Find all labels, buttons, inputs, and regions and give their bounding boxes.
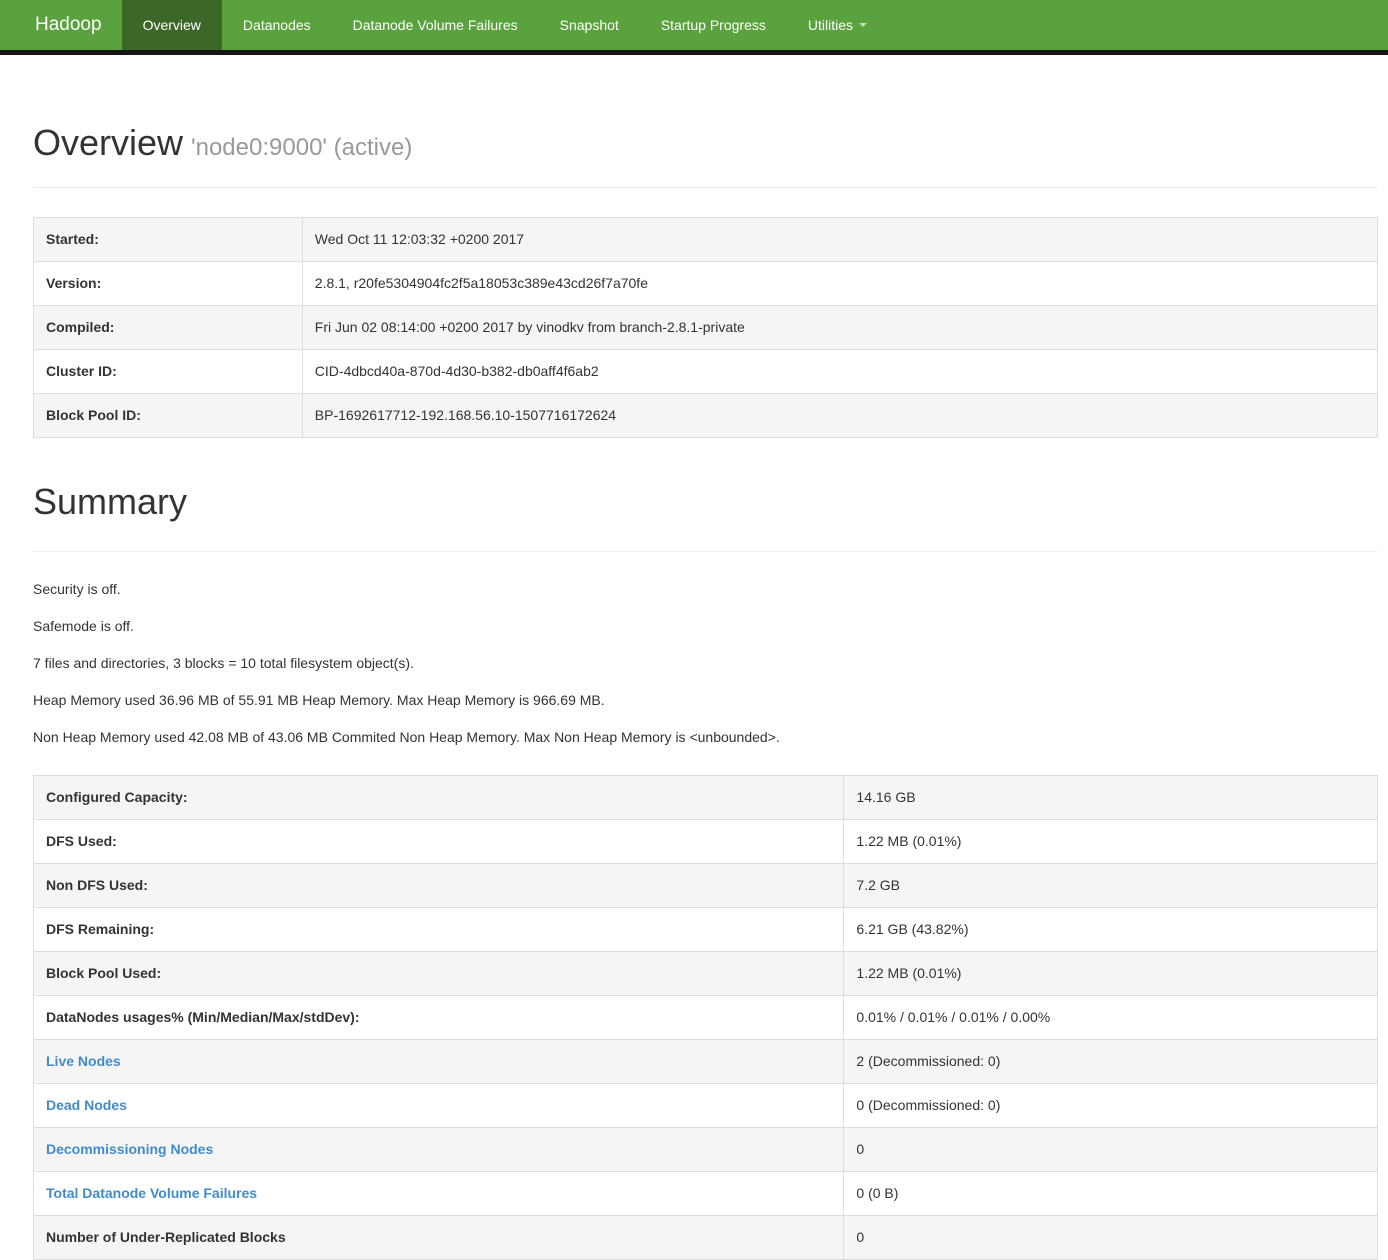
row-label: DataNodes usages% (Min/Median/Max/stdDev… bbox=[34, 996, 844, 1040]
security-status-text: Security is off. bbox=[33, 580, 1378, 598]
brand-hadoop[interactable]: Hadoop bbox=[0, 0, 122, 50]
row-label: Started: bbox=[34, 217, 303, 261]
namenode-info-table: Started: Wed Oct 11 12:03:32 +0200 2017 … bbox=[33, 217, 1378, 438]
row-value: Wed Oct 11 12:03:32 +0200 2017 bbox=[302, 217, 1377, 261]
row-value: CID-4dbcd40a-870d-4d30-b382-db0aff4f6ab2 bbox=[302, 349, 1377, 393]
table-row-cluster-id: Cluster ID: CID-4dbcd40a-870d-4d30-b382-… bbox=[34, 349, 1378, 393]
decommissioning-nodes-link[interactable]: Decommissioning Nodes bbox=[46, 1141, 213, 1157]
table-row-dfs-used: DFS Used: 1.22 MB (0.01%) bbox=[34, 820, 1378, 864]
table-row-volume-failures: Total Datanode Volume Failures 0 (0 B) bbox=[34, 1172, 1378, 1216]
non-heap-memory-text: Non Heap Memory used 42.08 MB of 43.06 M… bbox=[33, 728, 1378, 746]
row-label: Dead Nodes bbox=[34, 1084, 844, 1128]
page-header: Overview 'node0:9000' (active) bbox=[33, 123, 1378, 188]
tab-startup-progress[interactable]: Startup Progress bbox=[640, 0, 787, 50]
summary-paragraphs: Security is off. Safemode is off. 7 file… bbox=[33, 580, 1378, 746]
table-row-version: Version: 2.8.1, r20fe5304904fc2f5a18053c… bbox=[34, 261, 1378, 305]
table-row-configured-capacity: Configured Capacity: 14.16 GB bbox=[34, 776, 1378, 820]
summary-table: Configured Capacity: 14.16 GB DFS Used: … bbox=[33, 775, 1378, 1260]
tab-snapshot[interactable]: Snapshot bbox=[539, 0, 640, 50]
table-row-datanodes-usages: DataNodes usages% (Min/Median/Max/stdDev… bbox=[34, 996, 1378, 1040]
namenode-address-subtitle: 'node0:9000' (active) bbox=[191, 134, 412, 161]
tab-overview[interactable]: Overview bbox=[122, 0, 222, 50]
heap-memory-text: Heap Memory used 36.96 MB of 55.91 MB He… bbox=[33, 691, 1378, 709]
row-label: Live Nodes bbox=[34, 1040, 844, 1084]
table-row-decommissioning-nodes: Decommissioning Nodes 0 bbox=[34, 1128, 1378, 1172]
table-row-non-dfs-used: Non DFS Used: 7.2 GB bbox=[34, 864, 1378, 908]
row-value: 1.22 MB (0.01%) bbox=[844, 820, 1378, 864]
row-value: BP-1692617712-192.168.56.10-150771617262… bbox=[302, 393, 1377, 437]
row-label: DFS Used: bbox=[34, 820, 844, 864]
row-label: Decommissioning Nodes bbox=[34, 1128, 844, 1172]
row-value: 7.2 GB bbox=[844, 864, 1378, 908]
row-value: Fri Jun 02 08:14:00 +0200 2017 by vinodk… bbox=[302, 305, 1377, 349]
table-row-dead-nodes: Dead Nodes 0 (Decommissioned: 0) bbox=[34, 1084, 1378, 1128]
row-label: Non DFS Used: bbox=[34, 864, 844, 908]
row-label: Block Pool Used: bbox=[34, 952, 844, 996]
row-value: 2.8.1, r20fe5304904fc2f5a18053c389e43cd2… bbox=[302, 261, 1377, 305]
row-value: 0 (0 B) bbox=[844, 1172, 1378, 1216]
row-label: Block Pool ID: bbox=[34, 393, 303, 437]
table-row-dfs-remaining: DFS Remaining: 6.21 GB (43.82%) bbox=[34, 908, 1378, 952]
dead-nodes-link[interactable]: Dead Nodes bbox=[46, 1097, 127, 1113]
row-label: Version: bbox=[34, 261, 303, 305]
top-navbar: Hadoop Overview Datanodes Datanode Volum… bbox=[0, 0, 1388, 55]
row-label: Total Datanode Volume Failures bbox=[34, 1172, 844, 1216]
summary-title: Summary bbox=[33, 482, 1378, 553]
tab-datanodes[interactable]: Datanodes bbox=[222, 0, 332, 50]
tab-utilities-label: Utilities bbox=[808, 17, 853, 33]
tab-datanode-volume-failures[interactable]: Datanode Volume Failures bbox=[332, 0, 539, 50]
page-title: Overview bbox=[33, 122, 183, 163]
table-row-under-replicated-blocks: Number of Under-Replicated Blocks 0 bbox=[34, 1216, 1378, 1260]
row-value: 1.22 MB (0.01%) bbox=[844, 952, 1378, 996]
row-value: 0 (Decommissioned: 0) bbox=[844, 1084, 1378, 1128]
table-row-live-nodes: Live Nodes 2 (Decommissioned: 0) bbox=[34, 1040, 1378, 1084]
table-row-compiled: Compiled: Fri Jun 02 08:14:00 +0200 2017… bbox=[34, 305, 1378, 349]
row-value: 0 bbox=[844, 1216, 1378, 1260]
main-content: Overview 'node0:9000' (active) Started: W… bbox=[33, 123, 1378, 1260]
safemode-status-text: Safemode is off. bbox=[33, 617, 1378, 635]
table-row-block-pool-used: Block Pool Used: 1.22 MB (0.01%) bbox=[34, 952, 1378, 996]
filesystem-objects-text: 7 files and directories, 3 blocks = 10 t… bbox=[33, 654, 1378, 672]
row-label: DFS Remaining: bbox=[34, 908, 844, 952]
live-nodes-link[interactable]: Live Nodes bbox=[46, 1053, 121, 1069]
chevron-down-icon bbox=[859, 23, 867, 27]
row-label: Compiled: bbox=[34, 305, 303, 349]
row-value: 14.16 GB bbox=[844, 776, 1378, 820]
row-value: 0.01% / 0.01% / 0.01% / 0.00% bbox=[844, 996, 1378, 1040]
row-value: 0 bbox=[844, 1128, 1378, 1172]
row-label: Cluster ID: bbox=[34, 349, 303, 393]
row-label: Number of Under-Replicated Blocks bbox=[34, 1216, 844, 1260]
tab-utilities-dropdown[interactable]: Utilities bbox=[787, 0, 888, 50]
table-row-block-pool-id: Block Pool ID: BP-1692617712-192.168.56.… bbox=[34, 393, 1378, 437]
row-value: 2 (Decommissioned: 0) bbox=[844, 1040, 1378, 1084]
total-datanode-volume-failures-link[interactable]: Total Datanode Volume Failures bbox=[46, 1185, 257, 1201]
table-row-started: Started: Wed Oct 11 12:03:32 +0200 2017 bbox=[34, 217, 1378, 261]
row-value: 6.21 GB (43.82%) bbox=[844, 908, 1378, 952]
navbar-menu: Overview Datanodes Datanode Volume Failu… bbox=[122, 0, 888, 50]
row-label: Configured Capacity: bbox=[34, 776, 844, 820]
